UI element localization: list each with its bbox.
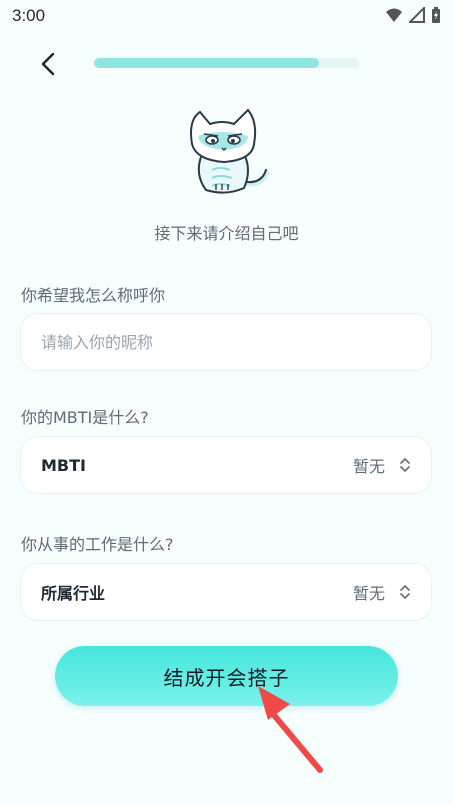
chevron-left-icon [41, 52, 55, 76]
industry-field-label: 所属行业 [41, 584, 106, 603]
battery-charging-icon [432, 7, 440, 23]
chevron-up-down-icon [400, 458, 410, 472]
nickname-card [20, 313, 432, 371]
mbti-row[interactable]: MBTI 暂无 [21, 437, 431, 493]
cat-mascot-icon [190, 108, 270, 194]
wifi-icon [386, 8, 402, 22]
progress-bar [94, 58, 359, 68]
status-time: 3:00 [12, 6, 46, 25]
nickname-question: 你希望我怎么称呼你 [21, 286, 166, 305]
status-bar: 3:00 [0, 0, 453, 34]
intro-text: 接下来请介绍自己吧 [154, 224, 299, 243]
chevron-up-down-icon [400, 585, 410, 599]
industry-question: 你从事的工作是什么? [21, 535, 174, 554]
mbti-select[interactable]: MBTI 暂无 [20, 436, 432, 494]
nickname-input[interactable] [21, 314, 431, 370]
progress-fill [94, 58, 320, 68]
submit-button[interactable]: 结成开会搭子 [55, 646, 398, 706]
status-icons [385, 6, 441, 24]
signal-icon [409, 7, 425, 23]
mbti-field-label: MBTI [41, 455, 86, 475]
red-arrow-annotation [258, 686, 323, 773]
industry-value: 暂无 [352, 584, 385, 603]
mbti-value: 暂无 [352, 457, 385, 476]
industry-select[interactable]: 所属行业 暂无 [20, 563, 432, 621]
mbti-question: 你的MBTI是什么? [21, 408, 149, 427]
back-button[interactable] [30, 46, 66, 82]
industry-row[interactable]: 所属行业 暂无 [21, 564, 431, 620]
